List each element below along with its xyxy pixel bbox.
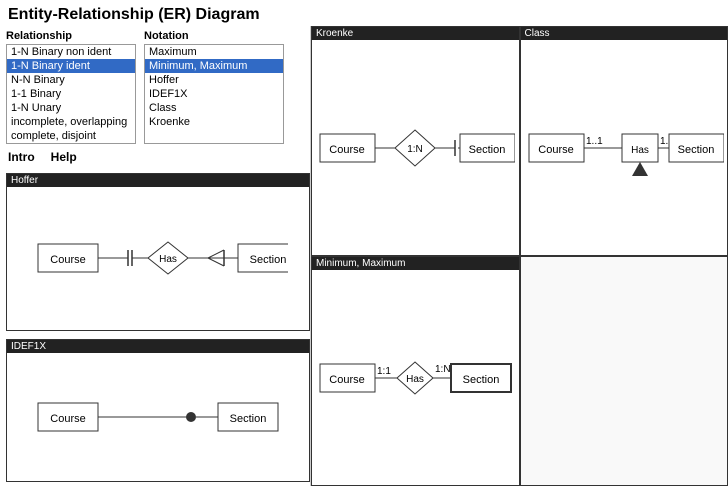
notation-listbox[interactable]: Maximum Minimum, Maximum Hoffer IDEF1X C… bbox=[144, 44, 284, 144]
rel-item-3[interactable]: 1-1 Binary bbox=[7, 87, 135, 101]
relationship-group: Relationship 1-N Binary non ident 1-N Bi… bbox=[6, 30, 136, 144]
hoffer-canvas: Course Has bbox=[7, 188, 309, 330]
hoffer-svg: Course Has bbox=[28, 214, 288, 304]
tab-intro[interactable]: Intro bbox=[8, 150, 35, 165]
kroenke-svg: Course 1:N Section bbox=[315, 98, 515, 198]
rel-item-2[interactable]: N-N Binary bbox=[7, 73, 135, 87]
minmax-min-left: 1:1 bbox=[377, 366, 391, 377]
minmax-svg: Course 1:1 Has 1:N Section bbox=[315, 328, 515, 428]
kroenke-title: Kroenke bbox=[312, 27, 519, 40]
tabs-row: Intro Help bbox=[6, 150, 304, 165]
minmax-canvas: Course 1:1 Has 1:N Section bbox=[312, 271, 519, 485]
minmax-has-label: Has bbox=[406, 374, 424, 385]
not-item-3[interactable]: IDEF1X bbox=[145, 87, 283, 101]
notation-label: Notation bbox=[144, 30, 284, 42]
not-item-5[interactable]: Kroenke bbox=[145, 115, 283, 129]
rel-item-4[interactable]: 1-N Unary bbox=[7, 101, 135, 115]
left-panel: Relationship 1-N Binary non ident 1-N Bi… bbox=[0, 26, 310, 486]
idef1x-canvas: Course Section bbox=[7, 354, 309, 481]
idef1x-title: IDEF1X bbox=[7, 340, 309, 353]
idef1x-section-label: Section bbox=[230, 413, 267, 425]
minmax-section-label: Section bbox=[463, 374, 500, 386]
minmax-min-right: 1:N bbox=[435, 364, 451, 375]
not-item-4[interactable]: Class bbox=[145, 101, 283, 115]
class-title: Class bbox=[521, 27, 728, 40]
idef1x-course-label: Course bbox=[50, 413, 85, 425]
hoffer-title: Hoffer bbox=[7, 174, 309, 187]
extra-panel bbox=[520, 256, 728, 486]
rel-item-1[interactable]: 1-N Binary ident bbox=[7, 59, 135, 73]
right-panel: Kroenke Course 1:N bbox=[310, 26, 728, 486]
hoffer-section-label: Section bbox=[250, 254, 287, 266]
kroenke-course-label: Course bbox=[330, 144, 365, 156]
kroenke-canvas: Course 1:N Section bbox=[312, 41, 519, 255]
not-item-2[interactable]: Hoffer bbox=[145, 73, 283, 87]
tab-help[interactable]: Help bbox=[51, 150, 77, 165]
relationship-listbox[interactable]: 1-N Binary non ident 1-N Binary ident N-… bbox=[6, 44, 136, 144]
controls-row: Relationship 1-N Binary non ident 1-N Bi… bbox=[6, 30, 304, 144]
kroenke-section-label: Section bbox=[469, 144, 506, 156]
minmax-course-label: Course bbox=[330, 374, 365, 386]
kroenke-rel-label: 1:N bbox=[407, 144, 423, 155]
hoffer-rel-label: Has bbox=[159, 254, 177, 265]
class-svg: Course 1..1 Has 1..* Section bbox=[524, 98, 724, 198]
rel-item-6[interactable]: complete, disjoint bbox=[7, 129, 135, 143]
idef1x-svg: Course Section bbox=[28, 377, 288, 457]
kroenke-diagram-panel: Kroenke Course 1:N bbox=[311, 26, 520, 256]
hoffer-diagram-panel: Hoffer Course Has bbox=[6, 173, 310, 331]
rel-item-0[interactable]: 1-N Binary non ident bbox=[7, 45, 135, 59]
class-section-label: Section bbox=[677, 144, 714, 156]
rel-item-5[interactable]: incomplete, overlapping bbox=[7, 115, 135, 129]
relationship-label: Relationship bbox=[6, 30, 136, 42]
class-diagram-panel: Class Course 1..1 Has 1..* bbox=[520, 26, 728, 256]
page-title: Entity-Relationship (ER) Diagram bbox=[0, 0, 728, 26]
idef1x-diagram-panel: IDEF1X Course Section bbox=[6, 339, 310, 482]
minmax-title: Minimum, Maximum bbox=[312, 257, 519, 270]
not-item-1[interactable]: Minimum, Maximum bbox=[145, 59, 283, 73]
not-item-0[interactable]: Maximum bbox=[145, 45, 283, 59]
class-min-left: 1..1 bbox=[586, 136, 603, 147]
hoffer-course-label: Course bbox=[50, 254, 85, 266]
class-course-label: Course bbox=[538, 144, 573, 156]
class-has-label: Has bbox=[631, 145, 649, 156]
minmax-diagram-panel: Minimum, Maximum Course 1:1 Has 1: bbox=[311, 256, 520, 486]
class-canvas: Course 1..1 Has 1..* Section bbox=[521, 41, 728, 255]
notation-group: Notation Maximum Minimum, Maximum Hoffer… bbox=[144, 30, 284, 144]
